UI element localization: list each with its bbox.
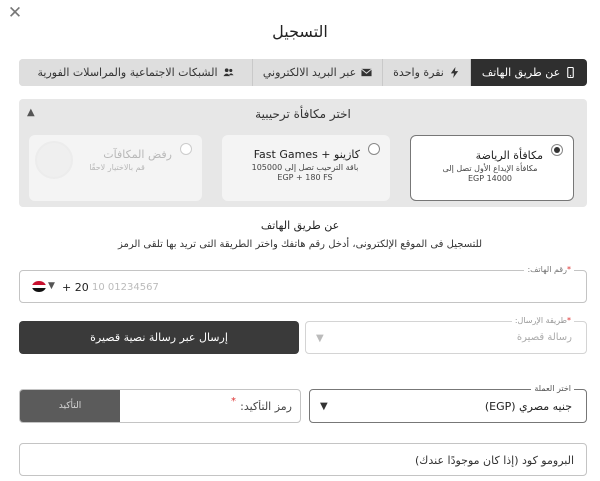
users-icon (222, 68, 234, 77)
bonus-radio-sport[interactable] (551, 144, 563, 156)
close-icon: ✕ (7, 3, 23, 23)
send-method-select[interactable]: *طريقة الإرسال: رسالة قصيرة ▼ (305, 316, 587, 354)
bonus-card-decline[interactable]: رفض المكافآت قم بالاختيار لاحقًا (29, 135, 202, 201)
registration-tabs: عن طريق الهاتف نقرة واحدة عبر البريد الا… (19, 59, 587, 86)
send-sms-button[interactable]: إرسال عبر رسالة نصية قصيرة (19, 321, 299, 354)
phone-field[interactable]: *رقم الهاتف: ▼ + 20 (19, 265, 587, 303)
required-mark: * (231, 396, 236, 407)
send-method-value: رسالة قصيرة (516, 332, 572, 343)
currency-value: جنيه مصري (EGP) (484, 400, 572, 413)
tab-email[interactable]: عبر البريد الالكتروني (252, 59, 382, 86)
bonus-title: مكافأة الرياضة (475, 149, 543, 162)
confirm-button[interactable]: التأكيد (20, 390, 120, 422)
section-subtitle: للتسجيل فى الموقع الإلكترونى، أدخل رقم ه… (118, 239, 482, 250)
confirm-code-input[interactable] (124, 398, 292, 414)
bonus-desc: باقة الترحيب تصل إلى 105000 EGP + 180 FS (251, 163, 359, 182)
country-code: + 20 (62, 281, 89, 294)
promo-code-input[interactable] (34, 452, 574, 468)
lightning-icon (450, 67, 459, 78)
tab-social-label: الشبكات الاجتماعية والمراسلات الفورية (37, 66, 218, 79)
tab-email-label: عبر البريد الالكتروني (262, 66, 357, 79)
currency-select[interactable]: اختر العملة جنيه مصري (EGP) ▼ (309, 384, 587, 423)
tab-phone[interactable]: عن طريق الهاتف (470, 59, 587, 86)
currency-label: اختر العملة (531, 384, 574, 393)
bonus-header: اختر مكافأة ترحيبية (255, 107, 351, 121)
promo-field[interactable] (19, 443, 587, 476)
confirm-code-group: التأكيد * (19, 389, 301, 423)
tab-one-click[interactable]: نقرة واحدة (382, 59, 470, 86)
close-button[interactable]: ✕ (6, 4, 24, 22)
dialog-title: التسجيل (272, 22, 328, 41)
envelope-icon (361, 68, 372, 77)
chevron-down-icon: ▼ (316, 333, 324, 344)
chevron-down-icon: ▼ (320, 401, 328, 412)
bonus-title: رفض المكافآت (103, 148, 172, 161)
tab-one-click-label: نقرة واحدة (393, 66, 444, 79)
phone-input[interactable] (92, 279, 292, 295)
tab-phone-label: عن طريق الهاتف (481, 66, 561, 79)
welcome-bonus-panel: ▲ اختر مكافأة ترحيبية مكافأة الرياضة مكا… (19, 99, 587, 207)
bonus-radio-casino[interactable] (368, 143, 380, 155)
chevron-down-icon[interactable]: ▼ (48, 281, 55, 291)
mobile-icon (567, 67, 574, 78)
bonus-desc: مكافأة الإيداع الأول تصل إلى EGP 14000 (442, 164, 538, 183)
bonus-card-sport[interactable]: مكافأة الرياضة مكافأة الإيداع الأول تصل … (410, 135, 574, 201)
bonus-desc: قم بالاختيار لاحقًا (89, 163, 145, 172)
bonus-card-casino[interactable]: كازينو + Fast Games باقة الترحيب تصل إلى… (222, 135, 390, 201)
decline-watermark-icon (35, 141, 73, 179)
bonus-radio-decline[interactable] (180, 143, 192, 155)
tab-social[interactable]: الشبكات الاجتماعية والمراسلات الفورية (19, 59, 252, 86)
bonus-title: كازينو + Fast Games (253, 148, 360, 161)
phone-label: *رقم الهاتف: (524, 265, 574, 274)
section-title: عن طريق الهاتف (260, 219, 340, 232)
egypt-flag-icon[interactable] (32, 281, 46, 292)
send-method-label: *طريقة الإرسال: (511, 316, 574, 325)
